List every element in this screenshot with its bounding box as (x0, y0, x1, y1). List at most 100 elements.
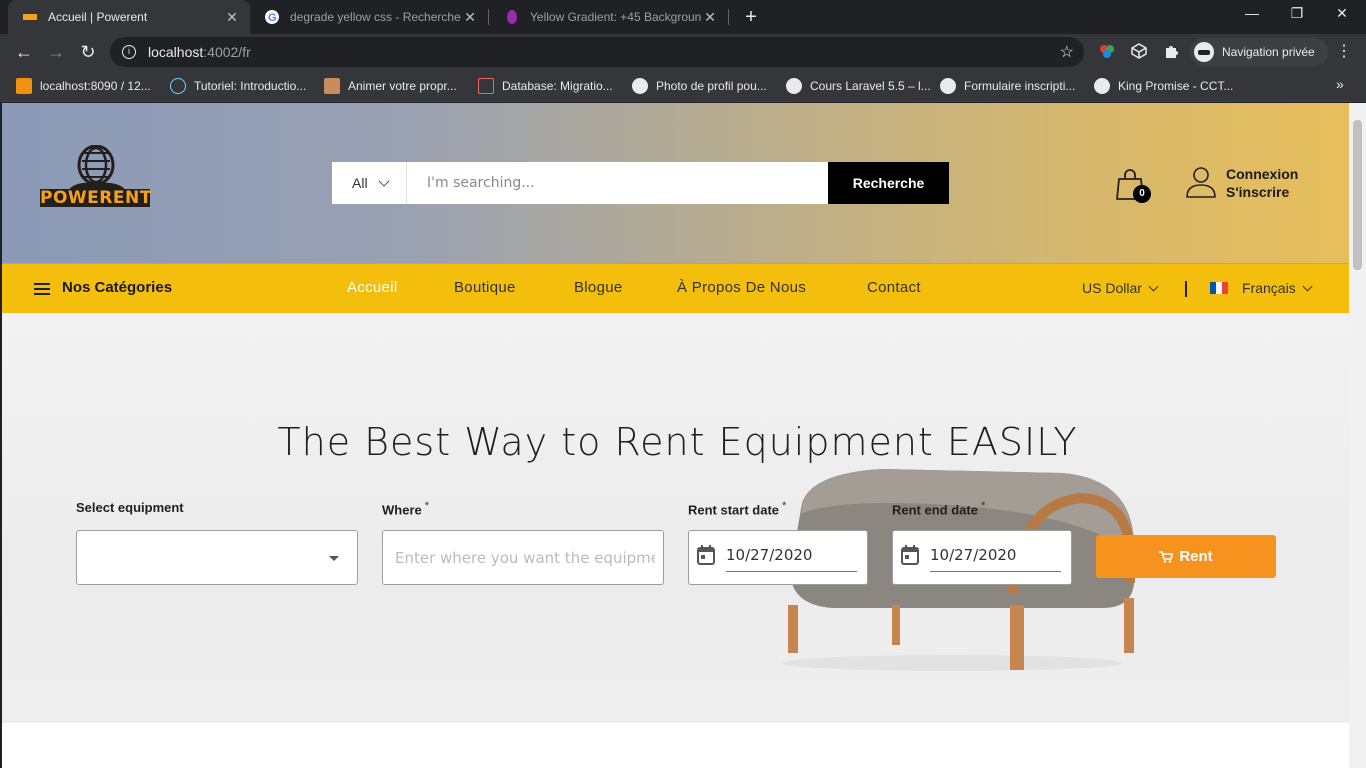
where-field (382, 530, 664, 585)
nav-link-accueil[interactable]: Accueil (347, 279, 397, 296)
equipment-label: Select equipment (76, 500, 184, 515)
bookmark-item[interactable]: Formulaire inscripti... (940, 76, 1075, 96)
bookmark-item[interactable]: Photo de profil pou... (632, 76, 767, 96)
powerent-favicon-icon (22, 9, 38, 25)
hero-title: The Best Way to Rent Equipment EASILY (277, 420, 1078, 464)
address-bar[interactable]: i localhost:4002/fr ☆ (110, 37, 1084, 67)
bookmark-label: Database: Migratio... (502, 79, 613, 93)
scrollbar-thumb[interactable] (1353, 120, 1362, 270)
bookmark-item[interactable]: Cours Laravel 5.5 – l... (786, 76, 931, 96)
bookmark-star-icon[interactable]: ☆ (1060, 42, 1074, 62)
rent-button-label: Rent (1179, 548, 1213, 565)
tab-google-search[interactable]: G degrade yellow css - Recherche G ✕ (250, 0, 488, 34)
page-scrollbar[interactable] (1349, 103, 1366, 768)
tab-title: Yellow Gradient: +45 Backgrounds (530, 10, 702, 24)
bookmarks-bar: localhost:8090 / 12... Tutoriel: Introdu… (0, 70, 1366, 102)
puzzle-extensions-icon[interactable] (1162, 43, 1180, 61)
chevron-down-icon (1302, 281, 1313, 291)
tab-title: degrade yellow css - Recherche G (290, 10, 462, 24)
close-icon[interactable]: ✕ (702, 9, 718, 26)
user-icon[interactable] (1185, 165, 1219, 201)
tab-powerent[interactable]: Accueil | Powerent ✕ (8, 0, 250, 34)
more-bookmarks-icon[interactable]: » (1336, 76, 1344, 92)
new-tab-plus-icon[interactable]: + (740, 6, 762, 28)
register-link[interactable]: S'inscrire (1226, 183, 1298, 201)
menu-icon[interactable] (34, 283, 50, 295)
cart-icon (1159, 550, 1174, 563)
bookmark-item[interactable]: localhost:8090 / 12... (16, 76, 151, 96)
chevron-down-icon (377, 175, 390, 187)
url-host: localhost (148, 44, 204, 60)
rent-button[interactable]: Rent (1096, 535, 1276, 578)
end-date-field[interactable]: 10/27/2020 (892, 530, 1072, 585)
nav-link-about[interactable]: À Propos De Nous (677, 279, 806, 296)
globe-icon (632, 78, 648, 94)
login-link[interactable]: Connexion (1226, 165, 1298, 183)
where-input[interactable] (395, 531, 655, 584)
nav-link-contact[interactable]: Contact (867, 279, 921, 296)
bookmark-item[interactable]: Animer votre propr... (324, 76, 457, 96)
nav-link-boutique[interactable]: Boutique (454, 279, 516, 296)
color-extension-icon[interactable] (1098, 43, 1116, 61)
site-info-icon[interactable]: i (122, 45, 136, 59)
language-value: Français (1242, 280, 1296, 296)
svg-text:G: G (268, 12, 277, 24)
globe-icon (1094, 78, 1110, 94)
minimize-icon[interactable]: — (1240, 5, 1264, 21)
bookmark-label: Tutoriel: Introductio... (194, 79, 307, 93)
window-close-icon[interactable]: ✕ (1330, 5, 1354, 22)
calendar-icon (697, 545, 715, 565)
close-icon[interactable]: ✕ (224, 9, 240, 26)
tab-separator (488, 9, 489, 25)
nav-link-blogue[interactable]: Blogue (574, 279, 623, 296)
logo-wordmark: POWERENT (40, 188, 152, 208)
content-below-hero (2, 723, 1349, 768)
search-button[interactable]: Recherche (828, 162, 949, 204)
close-icon[interactable]: ✕ (462, 9, 478, 26)
powerent-logo[interactable]: POWERENT (40, 144, 152, 209)
cart-count-badge: 0 (1133, 185, 1151, 203)
where-label: Where * (382, 500, 430, 518)
bookmark-item[interactable]: Tutoriel: Introductio... (170, 76, 306, 96)
url-path: :4002/fr (203, 44, 251, 60)
gradient-site-icon (504, 9, 520, 25)
language-select[interactable]: Français (1210, 280, 1313, 296)
tab-yellow-gradient[interactable]: Yellow Gradient: +45 Backgrounds ✕ (490, 0, 728, 34)
dropdown-arrow-icon (329, 556, 339, 561)
bookmark-item[interactable]: King Promise - CCT... (1094, 76, 1233, 96)
page-viewport: POWERENT All Recherche 0 Connexion (2, 103, 1349, 768)
bookmark-label: Photo de profil pou... (656, 79, 767, 93)
account-links: Connexion S'inscrire (1226, 165, 1298, 201)
laravel-icon (478, 78, 494, 94)
start-date-label: Rent start date * (688, 500, 787, 518)
categories-menu[interactable]: Nos Catégories (62, 279, 172, 296)
calendar-icon (901, 545, 919, 565)
equipment-select[interactable] (76, 530, 358, 585)
end-date-value: 10/27/2020 (930, 546, 1017, 564)
search-category-select[interactable]: All (332, 162, 407, 204)
browser-toolbar: ← → ↻ i localhost:4002/fr ☆ Navigation p… (0, 34, 1366, 70)
incognito-profile-button[interactable]: Navigation privée (1190, 38, 1328, 66)
profile-label: Navigation privée (1222, 45, 1315, 59)
nav-divider (1185, 281, 1187, 297)
bookmark-label: King Promise - CCT... (1118, 79, 1234, 93)
browser-menu-icon[interactable]: ⋮ (1336, 42, 1352, 62)
start-date-field[interactable]: 10/27/2020 (688, 530, 868, 585)
forward-arrow-icon[interactable]: → (44, 40, 68, 64)
cart-button[interactable]: 0 (1115, 167, 1151, 205)
currency-value: US Dollar (1082, 280, 1142, 296)
reload-icon[interactable]: ↻ (76, 40, 100, 64)
currency-select[interactable]: US Dollar (1082, 280, 1159, 296)
site-header: POWERENT All Recherche 0 Connexion (2, 103, 1349, 263)
browser-tab-bar: Accueil | Powerent ✕ G degrade yellow cs… (0, 0, 1366, 34)
bookmark-item[interactable]: Database: Migratio... (478, 76, 613, 96)
tab-title: Accueil | Powerent (48, 10, 148, 24)
back-arrow-icon[interactable]: ← (12, 40, 36, 64)
phpmyadmin-icon (16, 78, 32, 94)
search-input[interactable] (407, 162, 828, 204)
incognito-icon (1194, 42, 1214, 62)
tire-logo-icon (68, 144, 126, 191)
restore-icon[interactable]: ❐ (1285, 5, 1309, 22)
chevron-down-icon (1148, 281, 1159, 291)
cube-extension-icon[interactable] (1130, 43, 1148, 61)
